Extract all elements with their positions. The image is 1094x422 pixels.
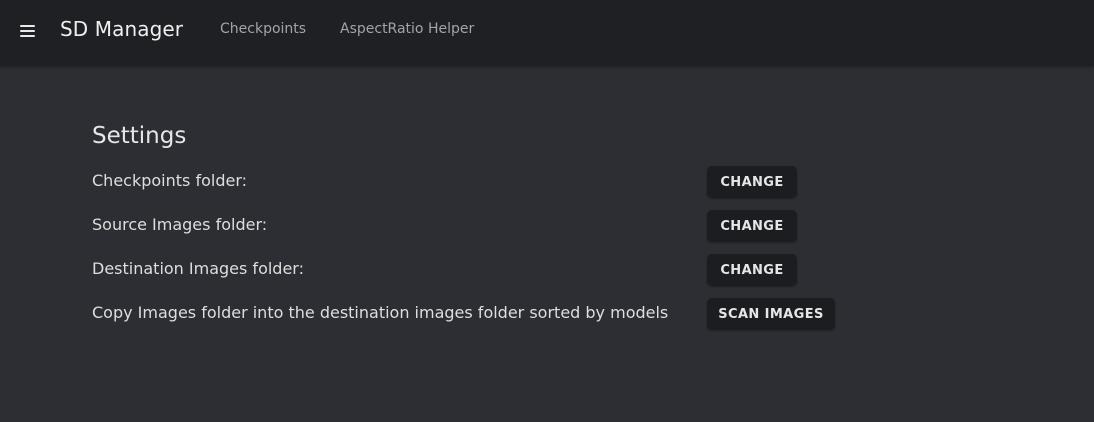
destination-images-folder-label: Destination Images folder: (92, 259, 304, 278)
change-source-images-folder-button[interactable]: CHANGE (707, 210, 797, 242)
nav-link-checkpoints[interactable]: Checkpoints (220, 21, 306, 37)
hamburger-menu-icon[interactable] (20, 24, 36, 38)
change-checkpoints-folder-button[interactable]: CHANGE (707, 166, 797, 198)
app-bar: SD Manager Checkpoints AspectRatio Helpe… (0, 0, 1094, 66)
page-title: Settings (92, 123, 187, 149)
scan-images-button[interactable]: SCAN IMAGES (707, 298, 835, 330)
source-images-folder-label: Source Images folder: (92, 215, 268, 234)
app-title: SD Manager (60, 17, 184, 41)
nav-link-aspectratio-helper[interactable]: AspectRatio Helper (340, 21, 474, 37)
change-destination-images-folder-button[interactable]: CHANGE (707, 254, 797, 286)
copy-images-description-label: Copy Images folder into the destination … (92, 303, 669, 322)
checkpoints-folder-label: Checkpoints folder: (92, 171, 247, 190)
